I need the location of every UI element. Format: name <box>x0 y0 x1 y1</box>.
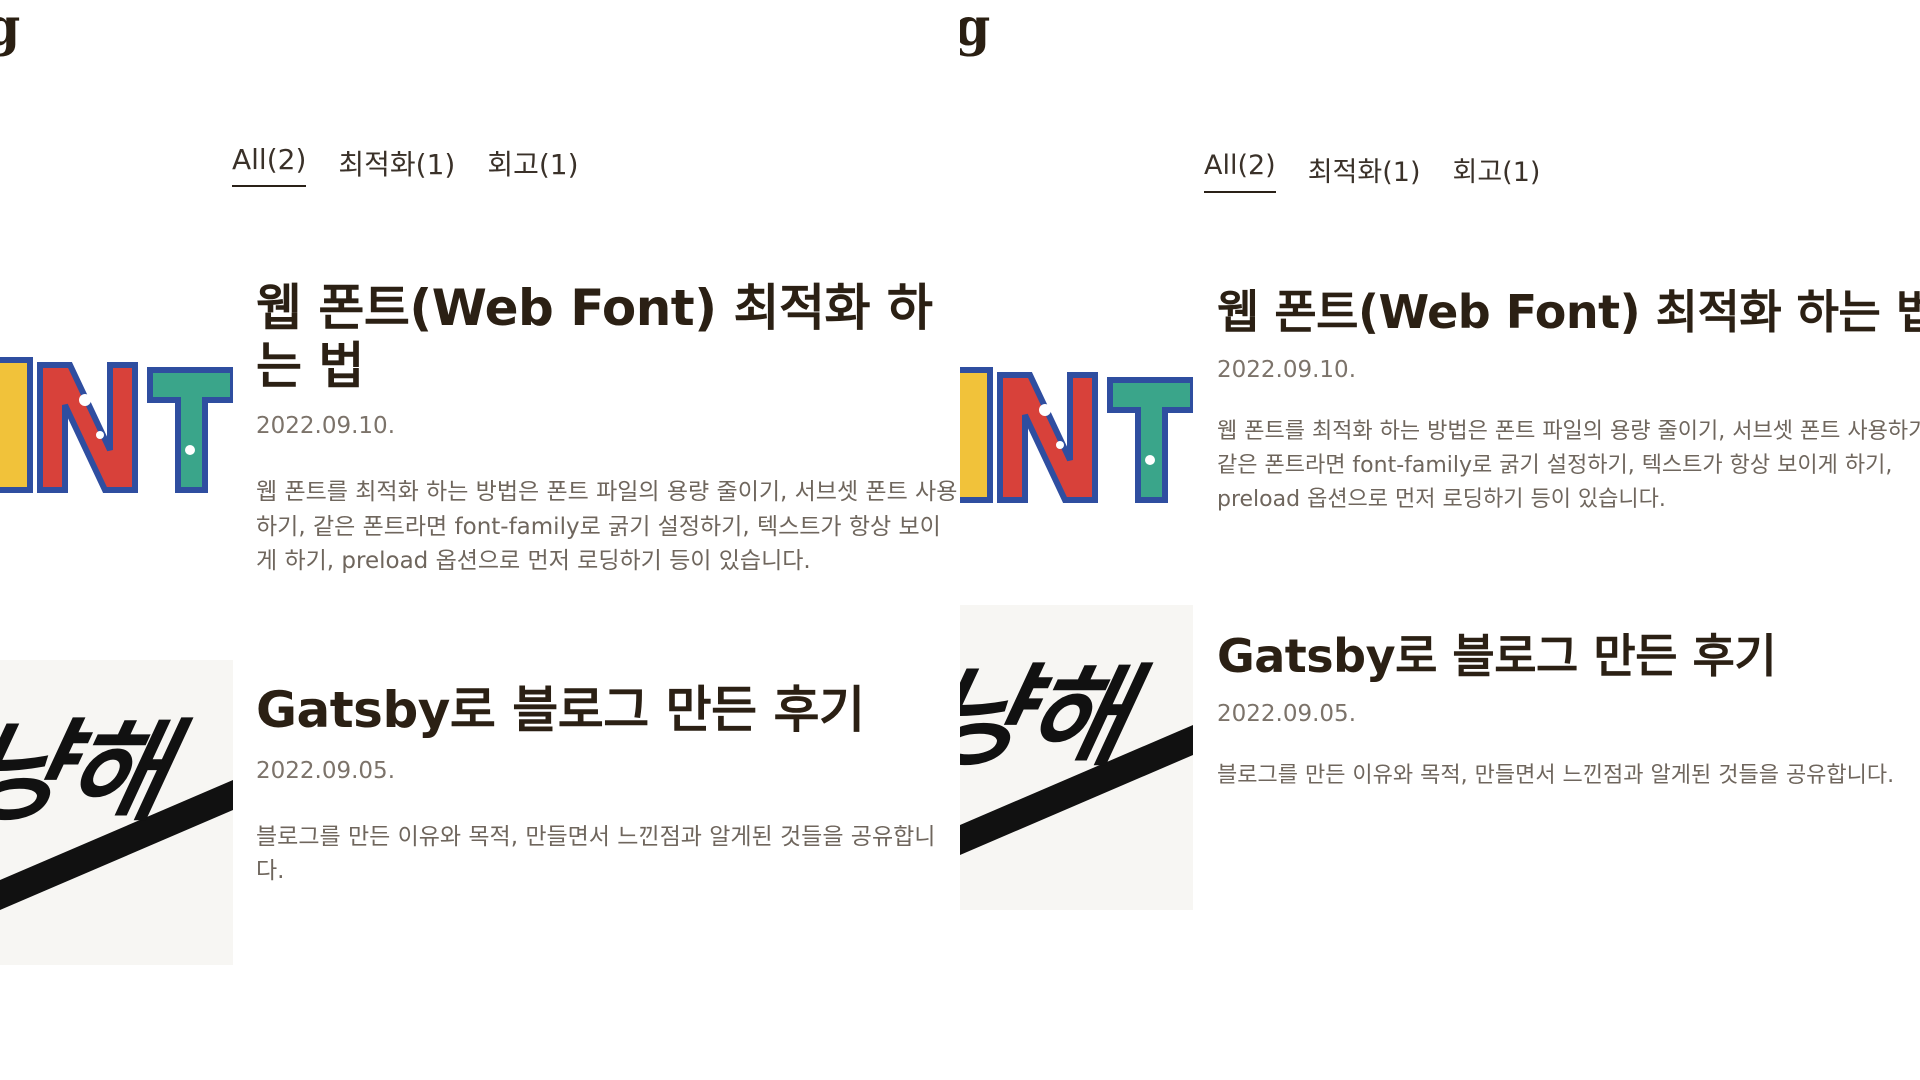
post-body: Gatsby로 블로그 만든 후기 2022.09.05. 블로그를 만든 이유… <box>256 681 960 912</box>
font-letters-illustration <box>960 350 1193 520</box>
post-date: 2022.09.05. <box>256 757 395 784</box>
tab-optimization[interactable]: 최적화(1) <box>1308 150 1421 193</box>
tab-retrospective[interactable]: 회고(1) <box>1452 150 1540 193</box>
blog-logo[interactable]: g <box>960 2 990 54</box>
logo-text: g <box>0 0 21 58</box>
post-date: 2022.09.10. <box>1217 356 1356 383</box>
tab-retrospective[interactable]: 회고(1) <box>487 143 578 187</box>
post-thumbnail <box>0 340 233 510</box>
logo-text: g <box>960 0 991 58</box>
post-card-webfont[interactable]: 웹 폰트(Web Font) 최적화 하는 법 2022.09.10. 웹 폰트… <box>0 279 960 610</box>
post-title[interactable]: 웹 폰트(Web Font) 최적화 하는 법 <box>256 279 960 395</box>
post-title[interactable]: Gatsby로 블로그 만든 후기 <box>256 681 960 740</box>
category-tabs: All(2) 최적화(1) 회고(1) <box>1204 150 1540 193</box>
post-description: 블로그를 만든 이유와 목적, 만들면서 느낀점과 알게된 것들을 공유합니다. <box>256 823 936 885</box>
post-thumbnail <box>960 350 1193 520</box>
blog-view-right: g All(2) 최적화(1) 회고(1) 웹 폰트(Web Font) 최적화… <box>960 0 1920 1080</box>
post-title[interactable]: 웹 폰트(Web Font) 최적화 하는 법 <box>1217 286 1920 339</box>
brush-lettering-illustration: 냥해 <box>960 605 1193 910</box>
comparison-screenshot: g All(2) 최적화(1) 회고(1) 웹 폰트(Web Font) 최적화… <box>0 0 1920 1080</box>
post-body: 웹 폰트(Web Font) 최적화 하는 법 2022.09.10. 웹 폰트… <box>256 279 960 602</box>
brush-lettering-illustration: 냥해 <box>0 660 233 965</box>
tab-all[interactable]: All(2) <box>232 143 307 187</box>
post-title[interactable]: Gatsby로 블로그 만든 후기 <box>1217 630 1920 683</box>
post-thumbnail: 냥해 <box>0 660 233 965</box>
post-description: 웹 폰트를 최적화 하는 방법은 폰트 파일의 용량 줄이기, 서브셋 폰트 사… <box>256 479 958 574</box>
post-body: Gatsby로 블로그 만든 후기 2022.09.05. 블로그를 만든 이유… <box>1217 630 1920 815</box>
font-letters-illustration <box>0 340 233 510</box>
blog-view-left: g All(2) 최적화(1) 회고(1) 웹 폰트(Web Font) 최적화… <box>0 0 960 1080</box>
blog-logo[interactable]: g <box>0 2 20 54</box>
post-body: 웹 폰트(Web Font) 최적화 하는 법 2022.09.10. 웹 폰트… <box>1217 286 1920 539</box>
post-description: 블로그를 만든 이유와 목적, 만들면서 느낀점과 알게된 것들을 공유합니다. <box>1217 762 1895 788</box>
post-description: 웹 폰트를 최적화 하는 방법은 폰트 파일의 용량 줄이기, 서브셋 폰트 사… <box>1217 418 1920 513</box>
post-date: 2022.09.05. <box>1217 700 1356 727</box>
post-card-webfont[interactable]: 웹 폰트(Web Font) 최적화 하는 법 2022.09.10. 웹 폰트… <box>960 280 1920 580</box>
tab-optimization[interactable]: 최적화(1) <box>338 143 455 187</box>
post-date: 2022.09.10. <box>256 413 395 439</box>
category-tabs: All(2) 최적화(1) 회고(1) <box>232 143 579 187</box>
post-card-gatsby[interactable]: 냥해 Gatsby로 블로그 만든 후기 2022.09.05. 블로그를 만든… <box>960 605 1920 915</box>
post-card-gatsby[interactable]: 냥해 Gatsby로 블로그 만든 후기 2022.09.05. 블로그를 만든… <box>0 660 960 970</box>
post-thumbnail: 냥해 <box>960 605 1193 910</box>
tab-all[interactable]: All(2) <box>1204 150 1276 193</box>
